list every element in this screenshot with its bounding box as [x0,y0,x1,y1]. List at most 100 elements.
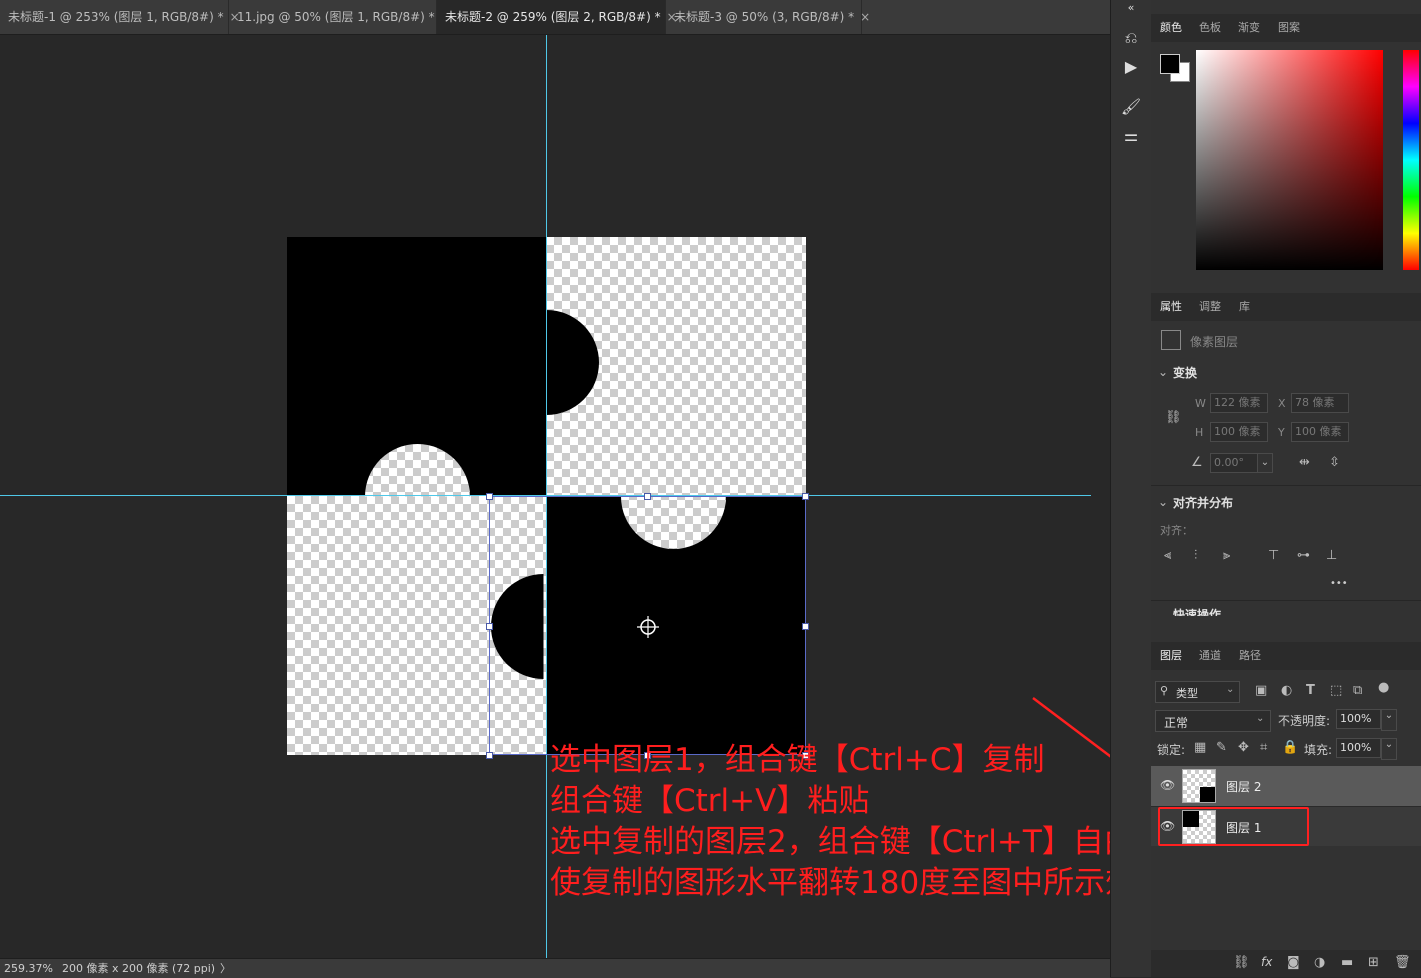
tab-gradients[interactable]: 渐变 [1238,14,1260,42]
panel-divider [1151,485,1421,486]
fill-dropdown-icon[interactable]: ⌄ [1381,738,1397,760]
layer-name[interactable]: 图层 2 [1226,778,1261,795]
type-filter-icon[interactable]: T [1306,683,1315,698]
align-middle-vertical-icon[interactable]: ⊶ [1297,548,1310,563]
status-bar: 259.37% 200 像素 x 200 像素 (72 ppi) 〉 [0,958,1110,978]
link-layers-icon[interactable]: ⛓ [1233,955,1250,970]
search-icon: ⚲ [1160,684,1169,697]
y-label: Y [1278,426,1285,439]
layer-style-fx-icon[interactable]: fx [1261,955,1272,969]
adjustment-filter-icon[interactable]: ◐ [1281,683,1292,698]
smart-object-filter-icon[interactable]: ⧉ [1353,683,1362,698]
lock-artboard-icon[interactable]: ⌗ [1260,740,1267,755]
lock-pixels-icon[interactable]: ✎ [1216,740,1227,755]
chevron-down-icon[interactable]: ⌄ [1158,365,1168,379]
transform-handle-top-right[interactable] [802,493,809,500]
document-size: 200 像素 x 200 像素 (72 ppi) [62,962,216,975]
align-left-icon[interactable]: ⫷ [1164,548,1171,563]
history-icon[interactable]: ⎌ [1119,26,1143,50]
tab-patterns[interactable]: 图案 [1278,14,1300,42]
delete-layer-icon[interactable]: 🗑 [1394,955,1411,970]
fill-field[interactable]: 100% [1336,738,1381,758]
layer-filter-dropdown[interactable]: ⚲ 类型 ⌄ [1155,681,1240,703]
chevron-down-icon: ⌄ [1256,713,1265,724]
new-adjustment-layer-icon[interactable]: ◑ [1314,955,1325,970]
layers-panel-footer: ⛓ fx ◙ ◑ ▬ ⊞ 🗑 [1151,950,1421,977]
transform-handle-right[interactable] [802,623,809,630]
collapse-panels-icon[interactable]: « [1119,0,1143,16]
angle-field[interactable]: 0.00° [1210,453,1258,473]
shape-filter-icon[interactable]: ⬚ [1330,683,1342,698]
tab-libraries[interactable]: 库 [1239,293,1250,321]
lock-label: 锁定: [1157,743,1186,757]
align-top-icon[interactable]: ⊤ [1268,548,1279,563]
width-field[interactable]: 122 像素 [1210,393,1268,413]
angle-dropdown-icon[interactable]: ⌄ [1257,453,1273,473]
tab-paths[interactable]: 路径 [1239,642,1261,670]
tab-adjustments[interactable]: 调整 [1199,293,1221,321]
add-mask-icon[interactable]: ◙ [1287,955,1300,970]
reference-point-icon[interactable] [636,615,660,639]
lock-position-icon[interactable]: ✥ [1238,740,1249,755]
zoom-level[interactable]: 259.37% [4,959,53,978]
tab-untitled-2[interactable]: 未标题-2 @ 259% (图层 2, RGB/8#) * × [437,0,677,34]
tab-swatches[interactable]: 色板 [1199,14,1221,42]
chevron-down-icon[interactable]: ⌄ [1158,495,1168,509]
flip-vertical-icon[interactable]: ⇳ [1329,455,1340,470]
document-tab-bar: 未标题-1 @ 253% (图层 1, RGB/8#) * × 11.jpg @ … [0,0,1110,35]
annotation-line-4: 使复制的图形水平翻转180度至图中所示效果 [550,865,1168,901]
opacity-dropdown-icon[interactable]: ⌄ [1381,709,1397,731]
tab-color[interactable]: 颜色 [1160,14,1182,42]
transform-handle-left[interactable] [486,623,493,630]
transform-handle-top[interactable] [644,493,651,500]
height-label: H [1195,426,1204,439]
quick-actions-header[interactable]: 快速操作 [1151,602,1421,616]
close-icon[interactable]: × [860,10,870,24]
brush-settings-icon[interactable]: 🖌 [1119,95,1143,119]
align-center-horizontal-icon[interactable]: ⫶ [1194,548,1197,563]
annotation-line-3: 选中复制的图层2，组合键【Ctrl+T】自由变换 [550,824,1197,860]
layer-row-layer-2[interactable]: 👁 图层 2 [1151,766,1421,806]
panel-tool-strip: « ⎌ ▶ 🖌 ⚌ [1110,0,1152,977]
height-field[interactable]: 100 像素 [1210,422,1268,442]
new-layer-icon[interactable]: ⊞ [1368,955,1379,970]
tab-11-jpg[interactable]: 11.jpg @ 50% (图层 1, RGB/8#) *× [229,0,451,34]
align-right-icon[interactable]: ⫸ [1223,548,1230,563]
transform-handle-top-left[interactable] [486,493,493,500]
tab-properties[interactable]: 属性 [1160,293,1182,321]
lock-all-icon[interactable]: 🔒 [1282,740,1298,755]
tab-layers[interactable]: 图层 [1160,642,1182,670]
right-panels: 颜色 色板 渐变 图案 属性 调整 库 像素图层 ⌄ 变换 ⛓ W 122 像素… [1151,0,1421,977]
align-bottom-icon[interactable]: ⊥ [1326,548,1337,563]
link-icon[interactable]: ⛓ [1165,410,1182,425]
flip-horizontal-icon[interactable]: ⇹ [1299,455,1310,470]
x-position-field[interactable]: 78 像素 [1291,393,1349,413]
filter-toggle-icon[interactable]: ● [1378,680,1389,695]
pixel-filter-icon[interactable]: ▣ [1255,683,1267,698]
tab-label: 11.jpg @ 50% (图层 1, RGB/8#) * [237,10,435,24]
lock-transparency-icon[interactable]: ▦ [1194,740,1206,755]
hue-slider[interactable] [1403,50,1419,270]
new-group-icon[interactable]: ▬ [1341,955,1353,970]
tab-channels[interactable]: 通道 [1199,642,1221,670]
angle-icon: ∠ [1191,455,1203,470]
y-position-field[interactable]: 100 像素 [1291,422,1349,442]
color-panel-tabs: 颜色 色板 渐变 图案 [1151,14,1421,42]
transform-handle-bottom-left[interactable] [486,752,493,759]
adjustments-icon[interactable]: ⚌ [1119,124,1143,148]
visibility-eye-icon[interactable]: 👁 [1160,778,1175,792]
align-label: 对齐： [1160,524,1193,537]
layer-2-thumbnail [1182,769,1216,803]
status-expand-icon[interactable]: 〉 [220,959,231,978]
blend-mode-dropdown[interactable]: 正常 ⌄ [1155,710,1271,732]
tab-untitled-3[interactable]: 未标题-3 @ 50% (3, RGB/8#) * × [666,0,870,34]
pixel-layer-icon [1161,330,1181,350]
play-action-icon[interactable]: ▶ [1119,55,1143,79]
color-picker-field[interactable] [1196,50,1383,270]
more-options-icon[interactable]: ••• [1330,578,1348,589]
tab-untitled-1[interactable]: 未标题-1 @ 253% (图层 1, RGB/8#) * × [0,0,240,34]
opacity-field[interactable]: 100% [1336,709,1381,729]
foreground-color-swatch[interactable] [1160,54,1180,74]
transform-section-title[interactable]: 变换 [1173,364,1197,381]
align-section-title[interactable]: 对齐并分布 [1173,494,1233,511]
